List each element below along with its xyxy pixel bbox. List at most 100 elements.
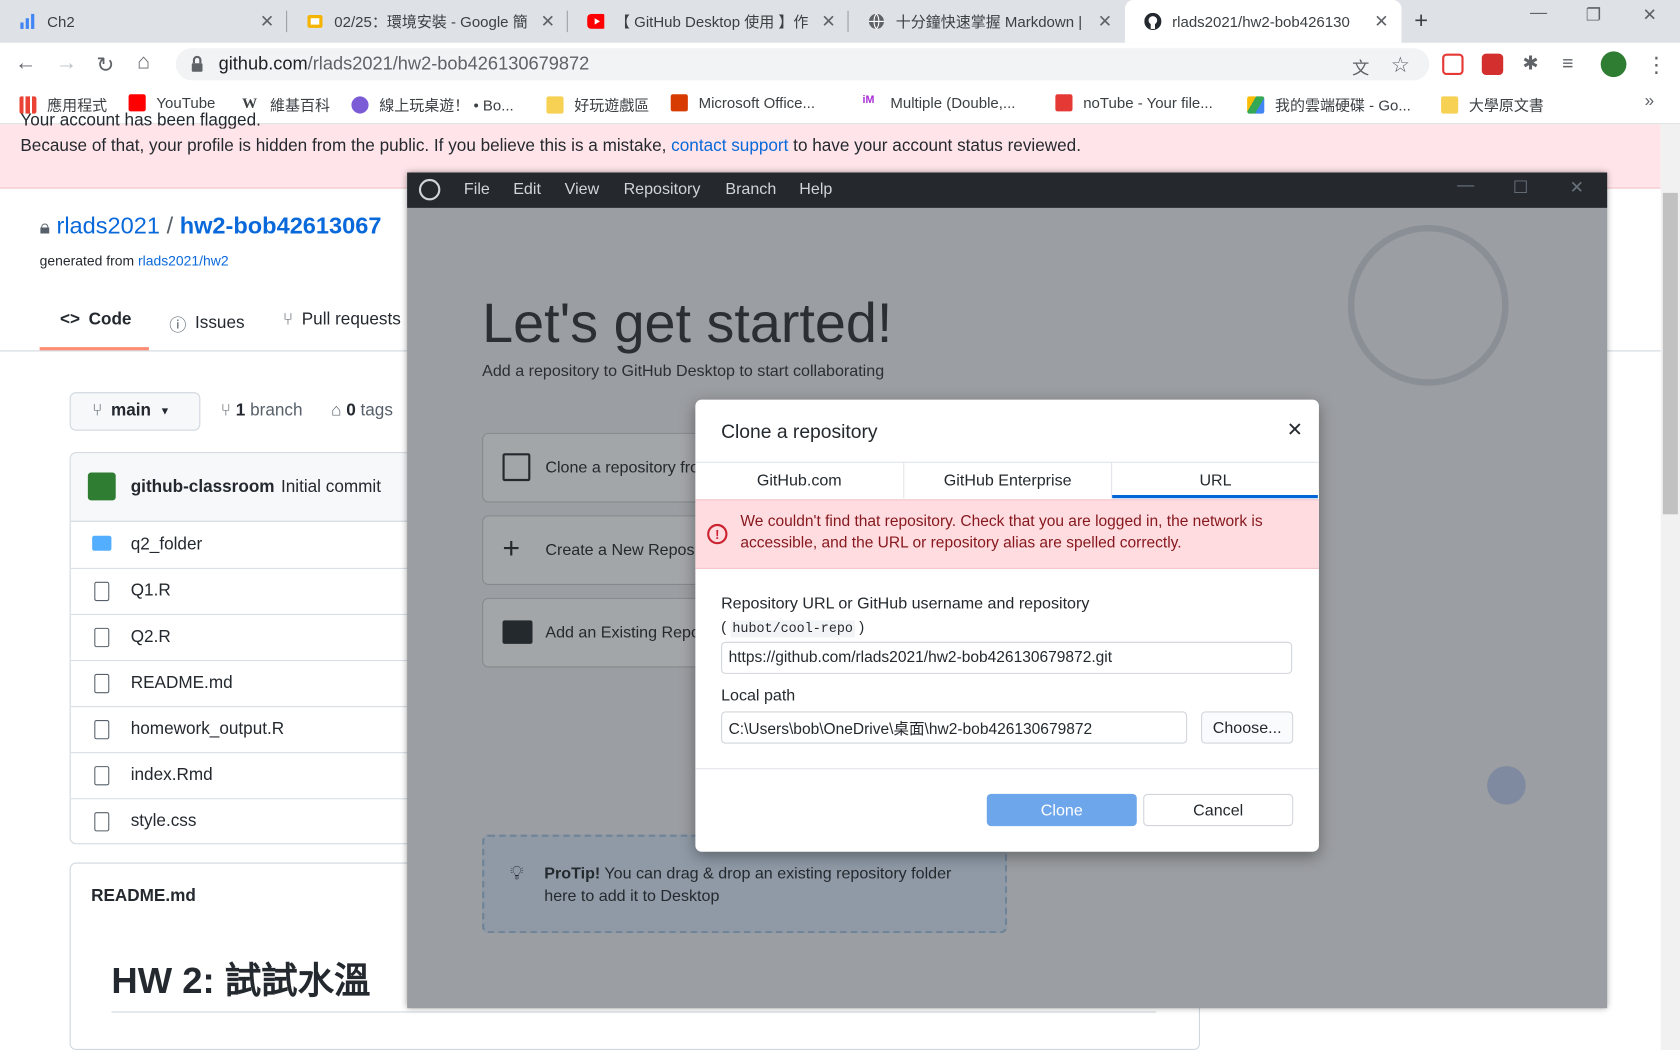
bookmark-item[interactable]: iM Multiple (Double,...: [863, 94, 1016, 111]
close-tab-icon[interactable]: ✕: [1098, 11, 1112, 32]
commit-message-link[interactable]: Initial commit: [281, 477, 381, 496]
back-icon[interactable]: ←: [15, 51, 36, 76]
table-row[interactable]: README.md: [70, 660, 423, 706]
menu-kebab-icon[interactable]: ⋮: [1646, 51, 1667, 78]
repo-name-link[interactable]: hw2-bob42613067: [180, 212, 382, 239]
tag-icon: ⌂: [331, 401, 347, 421]
browser-tab[interactable]: 【 GitHub Desktop 使用 】作 ✕: [568, 0, 849, 43]
commit-author-link[interactable]: github-classroom: [131, 477, 275, 496]
close-tab-icon[interactable]: ✕: [1374, 11, 1388, 32]
file-icon: [94, 720, 110, 740]
extension-pocket-icon[interactable]: [1442, 53, 1464, 76]
extensions-puzzle-icon[interactable]: ✱: [1523, 53, 1539, 76]
table-row[interactable]: Q1.R: [70, 567, 423, 614]
tags-link[interactable]: ⌂ 0 tags: [331, 402, 393, 421]
close-icon[interactable]: ✕: [1287, 419, 1303, 442]
bookmark-item[interactable]: YouTube: [128, 94, 215, 112]
close-tab-icon[interactable]: ✕: [260, 11, 274, 32]
table-row[interactable]: Q2.R: [70, 613, 423, 660]
menu-file[interactable]: File: [464, 180, 490, 198]
file-name-link[interactable]: index.Rmd: [131, 766, 213, 785]
minimize-window-icon[interactable]: —: [1530, 4, 1547, 23]
url-field-label: Repository URL or GitHub username and re…: [721, 594, 1090, 613]
close-tab-icon[interactable]: ✕: [821, 11, 835, 32]
path-value: C:\Users\bob\OneDrive\桌面\hw2-bob42613067…: [728, 720, 1093, 738]
browser-tab[interactable]: Ch2 ✕: [0, 0, 288, 43]
tab-github-enterprise[interactable]: GitHub Enterprise: [904, 461, 1113, 499]
repository-url-input[interactable]: https://github.com/rlads2021/hw2-bob4261…: [721, 641, 1293, 674]
star-icon[interactable]: ☆: [1391, 51, 1410, 78]
choose-button[interactable]: Choose...: [1201, 711, 1294, 744]
file-icon: [94, 581, 110, 602]
repo-clone-icon: [502, 453, 531, 482]
bookmark-item[interactable]: Microsoft Office...: [670, 94, 815, 112]
table-row[interactable]: q2_folder: [71, 522, 422, 568]
maximize-window-icon[interactable]: ☐: [1513, 177, 1528, 198]
menu-branch[interactable]: Branch: [725, 180, 776, 198]
forward-icon[interactable]: →: [56, 51, 77, 76]
dialog-title: Clone a repository: [721, 421, 878, 443]
media-control-icon[interactable]: ≡: [1562, 53, 1573, 76]
pdf-extension-icon[interactable]: [1481, 53, 1504, 76]
home-icon[interactable]: ⌂: [137, 50, 150, 75]
chart-bars-icon: [19, 13, 36, 30]
menu-edit[interactable]: Edit: [513, 180, 541, 198]
tab-title: rlads2021/hw2-bob426130: [1172, 12, 1350, 31]
bookmark-item[interactable]: noTube - Your file...: [1055, 94, 1213, 112]
browser-tab[interactable]: 02/25：環境安裝 - Google 簡 ✕: [287, 0, 568, 43]
table-row[interactable]: index.Rmd: [70, 752, 423, 798]
local-path-label: Local path: [721, 686, 796, 706]
file-list: github-classroom Initial commit q2_folde…: [69, 452, 424, 845]
file-name-link[interactable]: Q1.R: [131, 582, 171, 601]
more-bookmarks-icon[interactable]: »: [1645, 92, 1655, 111]
hint-paren: (: [721, 618, 727, 636]
minimize-window-icon[interactable]: —: [1457, 177, 1474, 196]
menu-help[interactable]: Help: [799, 180, 832, 198]
branches-link[interactable]: ⑂ 1 branch: [221, 402, 303, 421]
restore-window-icon[interactable]: ❐: [1586, 4, 1601, 25]
new-tab-icon[interactable]: +: [1414, 6, 1428, 34]
template-repo-link[interactable]: rlads2021/hw2: [138, 253, 229, 269]
banner-text-end: to have your account status reviewed.: [793, 137, 1081, 156]
lock-icon: 🔒︎: [39, 216, 50, 238]
local-path-input[interactable]: C:\Users\bob\OneDrive\桌面\hw2-bob42613067…: [721, 711, 1188, 744]
menu-view[interactable]: View: [565, 180, 600, 198]
protip-text-2: here to add it to Desktop: [544, 887, 720, 906]
tab-url[interactable]: URL: [1112, 461, 1319, 498]
option-label: Add an Existing Repo: [545, 623, 700, 642]
address-bar[interactable]: github.com/rlads2021/hw2-bob426130679872: [175, 48, 1430, 81]
contact-support-link[interactable]: contact support: [671, 137, 788, 155]
browser-tab[interactable]: 十分鐘快速掌握 Markdown | ✕: [849, 0, 1125, 43]
lock-icon[interactable]: [191, 55, 204, 79]
menu-repository[interactable]: Repository: [624, 180, 701, 198]
close-window-icon[interactable]: ✕: [1570, 177, 1584, 198]
file-icon: [94, 673, 110, 694]
table-row[interactable]: style.css: [70, 798, 423, 843]
tab-code[interactable]: <> Code: [60, 311, 131, 330]
option-label: Create a New Reposit: [545, 541, 703, 560]
close-tab-icon[interactable]: ✕: [541, 11, 555, 32]
avatar[interactable]: [1600, 51, 1627, 78]
scrollbar-thumb[interactable]: [1662, 192, 1678, 515]
translate-icon[interactable]: 文: [1352, 54, 1369, 80]
branch-select-button[interactable]: ⑂ main ▼: [69, 392, 201, 431]
file-name-link[interactable]: homework_output.R: [131, 720, 284, 739]
file-name-link[interactable]: style.css: [131, 812, 197, 831]
repo-owner-link[interactable]: rlads2021: [56, 212, 160, 239]
table-row[interactable]: homework_output.R: [70, 706, 423, 752]
cancel-button[interactable]: Cancel: [1143, 793, 1294, 827]
file-name-link[interactable]: q2_folder: [131, 535, 202, 554]
file-name-link[interactable]: README.md: [131, 674, 233, 693]
error-message: ! We couldn't find that repository. Chec…: [695, 499, 1319, 569]
browser-tab-active[interactable]: rlads2021/hw2-bob426130 ✕: [1125, 0, 1402, 43]
clone-button[interactable]: Clone: [986, 793, 1137, 827]
readme-heading: HW 2: 試試水溫: [111, 961, 371, 1002]
tab-issues[interactable]: ⓘ Issues: [169, 311, 244, 337]
file-name-link[interactable]: Q2.R: [131, 628, 171, 647]
tab-github-com[interactable]: GitHub.com: [695, 461, 905, 499]
tab-pull-requests[interactable]: ⑂ Pull requests: [283, 311, 401, 330]
readme-title: README.md: [91, 887, 196, 906]
reload-icon[interactable]: ↻: [96, 51, 114, 78]
close-window-icon[interactable]: ✕: [1643, 4, 1657, 25]
tab-title: 02/25：環境安裝 - Google 簡: [334, 12, 528, 31]
